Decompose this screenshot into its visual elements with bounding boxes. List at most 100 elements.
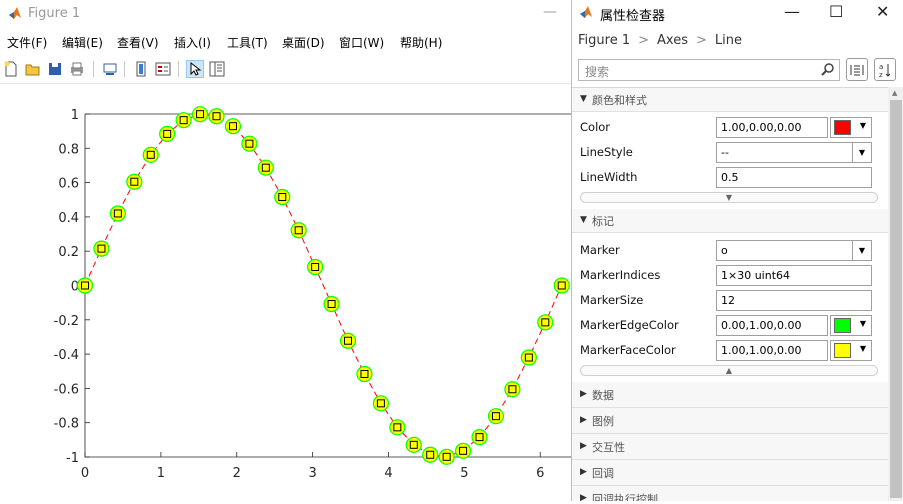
linestyle-dropdown[interactable]: -- ▼ — [716, 142, 872, 163]
breadcrumb-axes[interactable]: Axes — [657, 33, 688, 48]
data-point — [438, 448, 455, 465]
edit-plot-icon[interactable] — [186, 60, 204, 78]
vertical-scrollbar[interactable]: ▲ — [888, 87, 903, 501]
show-more-button[interactable]: ▼ — [580, 192, 878, 203]
markerindices-field[interactable]: 1×30 uint64 — [716, 265, 872, 286]
breadcrumb-separator: > — [638, 33, 650, 48]
data-point — [224, 118, 242, 135]
data-point — [389, 419, 406, 436]
close-button[interactable]: ✕ — [876, 2, 889, 21]
matlab-logo-icon — [579, 5, 593, 22]
markerfacecolor-field[interactable]: 1.00,1.00,0.00 — [716, 340, 828, 361]
data-point — [553, 277, 570, 294]
menu-tools[interactable]: 工具(T) — [227, 34, 268, 51]
y-tick-label: -0.4 — [54, 348, 79, 363]
show-less-button[interactable]: ▲ — [580, 365, 878, 376]
data-point — [339, 332, 357, 349]
section-markers[interactable]: ▼ 标记 — [572, 209, 888, 233]
color-picker-button[interactable]: ▼ — [830, 315, 872, 336]
search-input[interactable]: 搜索 — [578, 59, 840, 81]
y-tick-label: -1 — [66, 451, 79, 466]
menu-window[interactable]: 窗口(W) — [339, 34, 384, 51]
x-tick-label: 3 — [308, 466, 316, 481]
breadcrumb-separator: > — [695, 33, 707, 48]
markeredgecolor-field[interactable]: 0.00,1.00,0.00 — [716, 315, 828, 336]
data-point — [471, 429, 488, 446]
markersize-field[interactable]: 12 — [716, 290, 872, 311]
chevron-down-icon: ▼ — [859, 319, 866, 328]
linewidth-field[interactable]: 0.5 — [716, 167, 872, 188]
data-point — [126, 173, 143, 190]
prop-marker: Marker o ▼ — [572, 238, 888, 263]
menu-file[interactable]: 文件(F) — [7, 34, 47, 51]
color-picker-button[interactable]: ▼ — [830, 340, 872, 361]
series-line — [84, 113, 563, 458]
open-file-icon[interactable] — [24, 60, 42, 78]
data-point — [520, 349, 537, 366]
svg-text:a: a — [879, 63, 883, 71]
data-point — [76, 277, 94, 294]
chevron-down-icon: ▼ — [852, 143, 871, 162]
data-point — [93, 240, 110, 257]
x-tick-label: 5 — [460, 466, 468, 481]
prop-linewidth: LineWidth 0.5 — [572, 165, 888, 190]
data-point — [487, 408, 505, 425]
sort-alphabetical-icon[interactable]: az — [874, 58, 896, 81]
collapsed-arrow-icon: ▶ — [580, 389, 587, 399]
prop-linestyle: LineStyle -- ▼ — [572, 140, 888, 165]
x-tick-label: 0 — [81, 466, 89, 481]
insert-colorbar-icon[interactable] — [132, 60, 150, 78]
link-plot-icon[interactable] — [101, 60, 119, 78]
group-view-icon[interactable] — [846, 58, 868, 81]
x-tick-label: 2 — [233, 466, 241, 481]
color-swatch — [834, 318, 851, 333]
y-tick-label: 1 — [71, 108, 79, 123]
sine-plot[interactable]: -1-0.8-0.6-0.4-0.200.20.40.60.810 1 2 3 4 5 6 — [0, 84, 573, 501]
figure-toolbar — [0, 56, 571, 84]
x-tick-label: 1 — [157, 466, 165, 481]
breadcrumb-figure[interactable]: Figure 1 — [578, 33, 630, 48]
menu-view[interactable]: 查看(V) — [117, 34, 159, 51]
minimize-button[interactable]: — — [543, 4, 557, 20]
new-figure-icon[interactable] — [2, 60, 20, 78]
data-point — [191, 106, 209, 123]
section-callbacks[interactable]: ▶ 回调 — [572, 460, 888, 486]
section-color-style[interactable]: ▼ 颜色和样式 — [572, 88, 888, 112]
section-data[interactable]: ▶ 数据 — [572, 382, 888, 408]
marker-dropdown[interactable]: o ▼ — [716, 240, 872, 261]
prop-color: Color 1.00,0.00,0.00 ▼ — [572, 115, 888, 140]
menu-edit[interactable]: 编辑(E) — [62, 34, 103, 51]
section-legend[interactable]: ▶ 图例 — [572, 408, 888, 434]
color-picker-button[interactable]: ▼ — [830, 117, 872, 138]
scrollbar-thumb[interactable] — [890, 100, 902, 498]
y-tick-label: -0.6 — [54, 382, 79, 397]
section-interactivity[interactable]: ▶ 交互性 — [572, 434, 888, 460]
axes-box — [84, 114, 573, 458]
collapsed-arrow-icon: ▶ — [580, 415, 587, 425]
menu-desktop[interactable]: 桌面(D) — [282, 34, 325, 51]
save-icon[interactable] — [46, 60, 64, 78]
section-callback-execution[interactable]: ▶ 回调执行控制 — [572, 486, 888, 501]
x-tick-label: 6 — [536, 466, 544, 481]
chevron-down-icon: ▼ — [859, 344, 866, 353]
data-point — [142, 146, 159, 163]
search-icon[interactable] — [821, 62, 835, 79]
collapsed-arrow-icon: ▶ — [580, 467, 587, 477]
data-point — [159, 125, 176, 142]
scroll-up-icon[interactable]: ▲ — [892, 89, 897, 97]
data-point — [257, 159, 274, 176]
toolbar-separator — [93, 61, 94, 77]
minimize-button[interactable]: — — [784, 2, 800, 21]
property-inspector-icon[interactable] — [208, 60, 226, 78]
y-tick-label: 0.8 — [58, 142, 79, 157]
maximize-button[interactable]: ☐ — [829, 2, 843, 21]
menu-insert[interactable]: 插入(I) — [174, 34, 211, 51]
color-field[interactable]: 1.00,0.00,0.00 — [716, 117, 828, 138]
axes-area[interactable]: -1 -0.8 -0.6 -0.4 -0.2 0 0.2 0.4 0.6 0.8 1 0 1 2 3 4 5 6 — [0, 84, 573, 501]
menu-help[interactable]: 帮助(H) — [400, 34, 442, 51]
print-icon[interactable] — [68, 60, 86, 78]
insert-legend-icon[interactable] — [154, 60, 172, 78]
breadcrumb-line[interactable]: Line — [715, 33, 742, 48]
data-point — [290, 222, 307, 239]
data-point — [208, 108, 225, 125]
